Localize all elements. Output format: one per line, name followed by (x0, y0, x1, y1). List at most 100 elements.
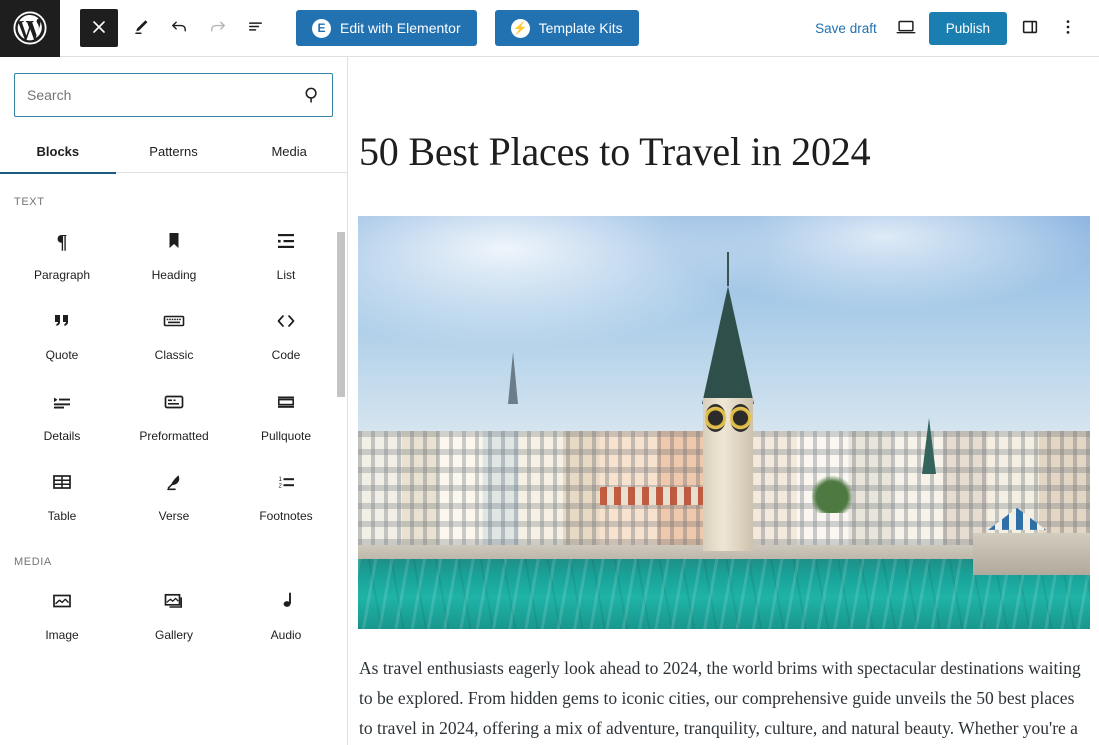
svg-text:¶: ¶ (57, 231, 68, 253)
redo-arrow-icon (207, 16, 228, 40)
search-area (0, 57, 347, 117)
wordpress-logo-button[interactable] (0, 0, 60, 57)
template-kits-button[interactable]: ⚡ Template Kits (494, 10, 639, 46)
block-heading[interactable]: Heading (118, 212, 230, 292)
image-bridge (972, 533, 1090, 576)
block-classic-label: Classic (154, 348, 194, 363)
sidebar-scrollbar-track[interactable] (337, 174, 346, 745)
undo-arrow-icon (169, 16, 190, 40)
tab-patterns-label: Patterns (149, 143, 198, 159)
block-code[interactable]: Code (230, 292, 342, 372)
block-footnotes-label: Footnotes (259, 509, 313, 524)
block-quote-label: Quote (45, 348, 79, 363)
paragraph-icon: ¶ (50, 228, 74, 254)
blocks-scroll-region[interactable]: TEXT ¶ Paragraph Heading List Quote Clas… (0, 174, 347, 745)
image-clock-tower (701, 252, 754, 551)
document-overview-button[interactable] (236, 9, 274, 47)
image-trees (811, 473, 852, 514)
tab-patterns[interactable]: Patterns (116, 129, 232, 173)
gallery-icon (162, 588, 186, 614)
block-preformatted[interactable]: Preformatted (118, 373, 230, 453)
tab-media-label: Media (271, 143, 307, 159)
publish-button[interactable]: Publish (928, 11, 1007, 45)
svg-text:1: 1 (279, 477, 283, 483)
edit-mode-button[interactable] (122, 9, 160, 47)
block-list-label: List (276, 268, 296, 282)
block-verse[interactable]: Verse (118, 453, 230, 533)
settings-sidebar-icon (1020, 17, 1040, 40)
verse-feather-icon (162, 469, 186, 495)
section-title-media: MEDIA (14, 555, 52, 568)
block-details-label: Details (43, 428, 81, 443)
search-box[interactable] (14, 73, 333, 117)
pencil-edit-icon (131, 17, 151, 40)
footnotes-icon: 1 2 (274, 469, 298, 495)
page-title[interactable]: 50 Best Places to Travel in 2024 (349, 57, 1099, 175)
post-paragraph[interactable]: As travel enthusiasts eagerly look ahead… (349, 629, 1099, 745)
kebab-menu-icon (1059, 18, 1077, 39)
block-gallery-label: Gallery (154, 627, 193, 642)
block-classic[interactable]: Classic (118, 292, 230, 372)
image-secondary-spire (508, 352, 519, 405)
block-verse-label: Verse (158, 509, 190, 524)
search-icon[interactable] (292, 74, 332, 116)
block-details[interactable]: Details (6, 373, 118, 453)
preview-button[interactable] (887, 9, 925, 47)
block-audio[interactable]: Audio (230, 572, 342, 652)
table-icon (50, 469, 74, 495)
desktop-preview-icon (895, 16, 917, 41)
document-outline-icon (245, 16, 266, 40)
section-title-text: TEXT (14, 196, 45, 208)
image-tower-clock-faces (704, 404, 751, 434)
block-pullquote-label: Pullquote (260, 428, 312, 443)
editor-toolbar: E Edit with Elementor ⚡ Template Kits Sa… (0, 0, 1099, 57)
block-table-label: Table (47, 509, 77, 524)
block-quote[interactable]: Quote (6, 292, 118, 372)
close-icon (91, 19, 107, 38)
audio-note-icon (274, 588, 298, 614)
heading-bookmark-icon (162, 228, 186, 254)
quote-icon (50, 308, 74, 334)
text-blocks-grid: ¶ Paragraph Heading List Quote Classic C… (0, 212, 347, 534)
sidebar-scrollbar-thumb[interactable] (337, 232, 345, 397)
wordpress-logo-icon (13, 11, 47, 45)
save-draft-button[interactable]: Save draft (805, 15, 887, 42)
undo-button[interactable] (160, 9, 198, 47)
featured-image-block[interactable] (358, 216, 1090, 629)
block-code-label: Code (271, 348, 301, 363)
block-image[interactable]: Image (6, 572, 118, 652)
more-options-button[interactable] (1049, 9, 1087, 47)
tab-blocks-label: Blocks (36, 143, 80, 159)
block-paragraph[interactable]: ¶ Paragraph (6, 212, 118, 292)
edit-with-elementor-button[interactable]: E Edit with Elementor (296, 10, 477, 46)
edit-with-elementor-label: Edit with Elementor (340, 20, 461, 36)
block-image-label: Image (45, 627, 79, 642)
elementor-logo-icon: E (312, 18, 331, 38)
inserter-tabs: Blocks Patterns Media (0, 129, 347, 174)
block-gallery[interactable]: Gallery (118, 572, 230, 652)
block-audio-label: Audio (270, 627, 302, 642)
list-icon (274, 228, 298, 254)
image-icon (50, 588, 74, 614)
block-paragraph-label: Paragraph (33, 268, 91, 282)
close-editor-button[interactable] (80, 9, 118, 47)
svg-text:2: 2 (279, 484, 283, 490)
search-input[interactable] (15, 74, 292, 116)
block-heading-label: Heading (151, 268, 197, 282)
settings-sidebar-toggle[interactable] (1011, 9, 1049, 47)
keyboard-classic-icon (162, 308, 186, 334)
image-green-church-spire (921, 418, 936, 475)
details-icon (50, 389, 74, 415)
block-preformatted-label: Preformatted (139, 428, 209, 443)
tab-media[interactable]: Media (231, 129, 347, 173)
tab-blocks[interactable]: Blocks (0, 129, 116, 174)
block-footnotes[interactable]: 1 2 Footnotes (230, 453, 342, 533)
envato-bolt-icon: ⚡ (510, 18, 530, 38)
image-tower-spire (701, 252, 754, 405)
block-pullquote[interactable]: Pullquote (230, 373, 342, 453)
pullquote-icon (274, 389, 298, 415)
block-list[interactable]: List (230, 212, 342, 292)
editor-canvas[interactable]: 50 Best Places to Travel in 2024 As trav… (349, 57, 1099, 745)
redo-button[interactable] (198, 9, 236, 47)
block-table[interactable]: Table (6, 453, 118, 533)
